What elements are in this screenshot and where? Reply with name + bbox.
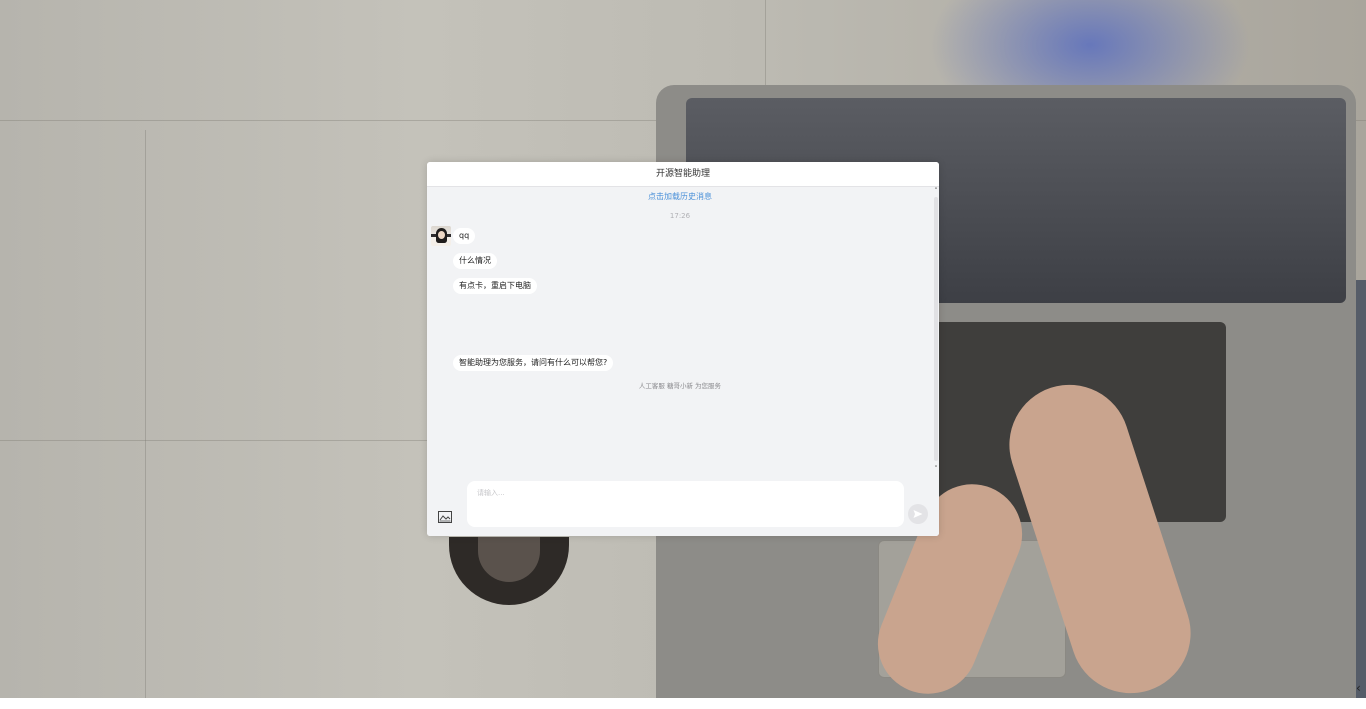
message-bubble: 智能助理为您服务，请问有什么可以帮您? — [453, 355, 614, 371]
scrollbar[interactable]: ˄ ˅ — [933, 187, 939, 477]
avatar — [431, 226, 451, 246]
message-timestamp: 17:26 — [669, 212, 691, 220]
message-input[interactable] — [467, 481, 904, 527]
chevron-up-icon[interactable]: ˄ — [933, 187, 939, 195]
send-button[interactable] — [908, 504, 928, 524]
send-icon — [913, 510, 923, 518]
chat-window: 开源智能助理 点击加载历史消息 17:26 qq 什么情况 有点卡，重启下电脑 … — [427, 162, 939, 536]
chat-title: 开源智能助理 — [427, 162, 939, 187]
message-bubble: qq — [453, 228, 476, 244]
load-history-link[interactable]: 点击加载历史消息 — [427, 191, 933, 202]
agent-notice: 人工客服 糖哥小新 为您服务 — [638, 382, 722, 390]
image-icon[interactable] — [438, 508, 452, 523]
avatar-face — [438, 231, 445, 239]
message-list[interactable]: 点击加载历史消息 17:26 qq 什么情况 有点卡，重启下电脑 智能助理为您服… — [427, 187, 933, 477]
chevron-down-icon[interactable]: ˅ — [933, 465, 939, 473]
chat-footer — [427, 477, 939, 536]
wood-grain-line — [145, 130, 146, 698]
scrollbar-thumb[interactable] — [934, 197, 938, 461]
message-bubble: 有点卡，重启下电脑 — [453, 278, 537, 294]
chevron-left-icon: ‹ — [1356, 681, 1361, 695]
wood-grain-line — [765, 0, 766, 88]
message-bubble: 什么情况 — [453, 253, 497, 269]
